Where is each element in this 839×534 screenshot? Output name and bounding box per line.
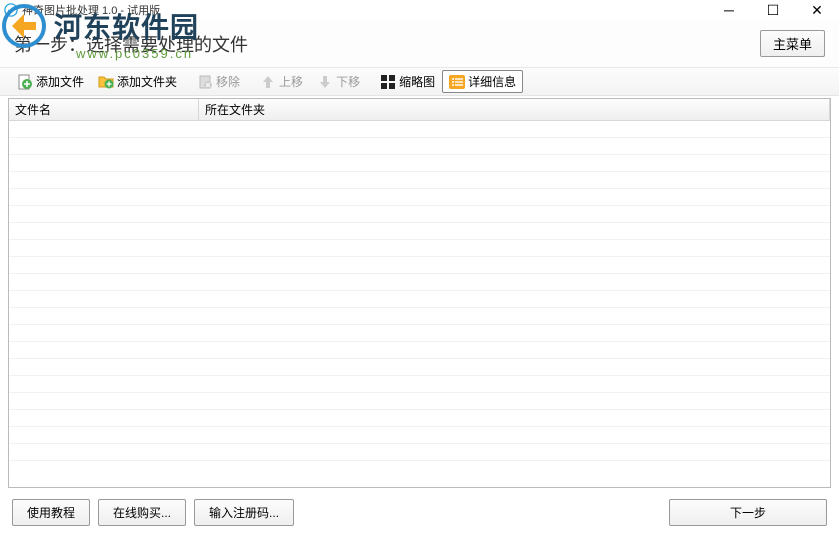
remove-button[interactable]: 移除 [190, 70, 247, 93]
maximize-button[interactable]: ☐ [751, 0, 795, 20]
enter-code-button[interactable]: 输入注册码... [194, 499, 294, 526]
table-row [9, 240, 830, 257]
table-row [9, 172, 830, 189]
column-filename[interactable]: 文件名 [9, 99, 199, 120]
table-row [9, 325, 830, 342]
step-header: 第一步：选择需要处理的文件 主菜单 [0, 20, 839, 68]
close-button[interactable]: ✕ [795, 0, 839, 20]
move-down-label: 下移 [336, 73, 360, 90]
tutorial-button[interactable]: 使用教程 [12, 499, 90, 526]
table-row [9, 410, 830, 427]
table-row [9, 359, 830, 376]
arrow-up-icon [260, 74, 276, 90]
move-up-button[interactable]: 上移 [253, 70, 310, 93]
add-folder-icon [98, 74, 114, 90]
table-header: 文件名 所在文件夹 [9, 99, 830, 121]
arrow-down-icon [317, 74, 333, 90]
column-folder[interactable]: 所在文件夹 [199, 99, 830, 120]
thumbnail-label: 缩略图 [399, 73, 435, 90]
add-folder-label: 添加文件夹 [117, 73, 177, 90]
table-row [9, 427, 830, 444]
remove-icon [197, 74, 213, 90]
app-icon [4, 3, 18, 17]
table-row [9, 138, 830, 155]
table-row [9, 121, 830, 138]
table-row [9, 223, 830, 240]
minimize-button[interactable]: ─ [707, 0, 751, 20]
detail-label: 详细信息 [468, 73, 516, 90]
thumbnail-view-button[interactable]: 缩略图 [373, 70, 442, 93]
table-row [9, 393, 830, 410]
table-row [9, 444, 830, 461]
table-row [9, 189, 830, 206]
table-row [9, 308, 830, 325]
step-title: 第一步：选择需要处理的文件 [14, 31, 248, 57]
main-menu-button[interactable]: 主菜单 [760, 30, 825, 57]
buy-online-button[interactable]: 在线购买... [98, 499, 186, 526]
remove-label: 移除 [216, 73, 240, 90]
move-up-label: 上移 [279, 73, 303, 90]
move-down-button[interactable]: 下移 [310, 70, 367, 93]
add-folder-button[interactable]: 添加文件夹 [91, 70, 184, 93]
table-row [9, 206, 830, 223]
file-table: 文件名 所在文件夹 [8, 98, 831, 488]
titlebar: 神奇图片批处理 1.0 - 试用版 ─ ☐ ✕ [0, 0, 839, 20]
add-file-button[interactable]: 添加文件 [10, 70, 91, 93]
add-file-label: 添加文件 [36, 73, 84, 90]
detail-view-button[interactable]: 详细信息 [442, 70, 523, 93]
table-row [9, 274, 830, 291]
next-button[interactable]: 下一步 [669, 499, 827, 526]
list-icon [449, 74, 465, 90]
table-row [9, 342, 830, 359]
window-title: 神奇图片批处理 1.0 - 试用版 [22, 2, 160, 18]
footer: 使用教程 在线购买... 输入注册码... 下一步 [0, 498, 839, 526]
table-row [9, 155, 830, 172]
table-row [9, 257, 830, 274]
thumbnail-icon [380, 74, 396, 90]
table-row [9, 376, 830, 393]
table-body[interactable] [9, 121, 830, 487]
table-row [9, 291, 830, 308]
add-file-icon [17, 74, 33, 90]
toolbar: 添加文件 添加文件夹 移除 上移 下移 缩略图 详细信息 [0, 68, 839, 96]
